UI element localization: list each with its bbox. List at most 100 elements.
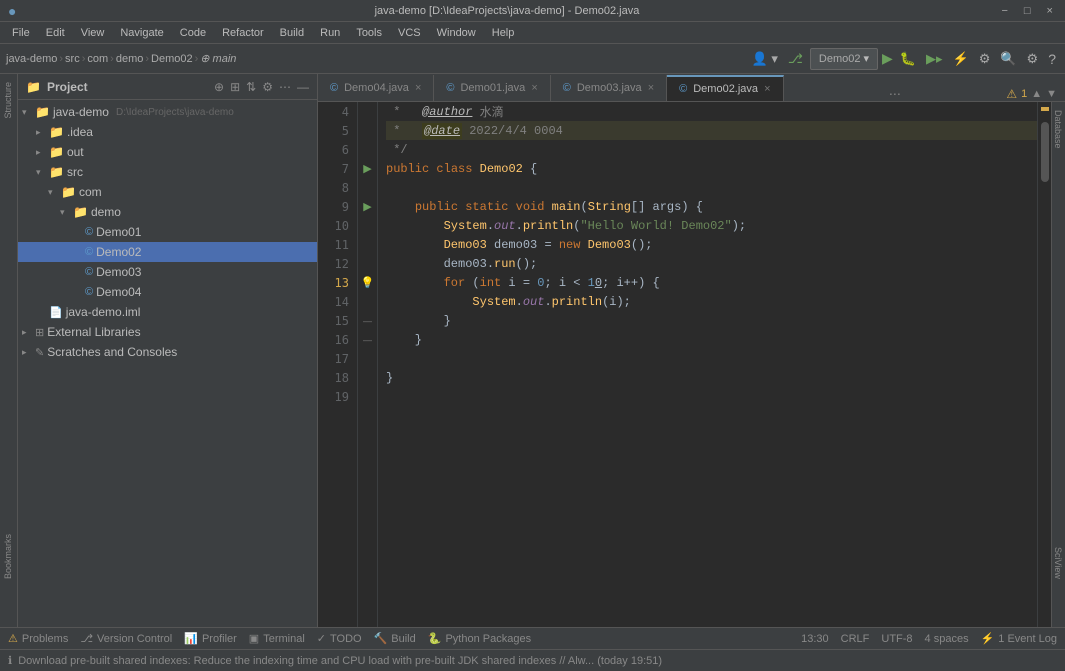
panel-menu-icon[interactable]: ⋯ <box>279 80 291 94</box>
debug-button[interactable]: 🐛 <box>897 51 919 67</box>
bottom-info-text: Download pre-built shared indexes: Reduc… <box>18 655 1057 667</box>
event-log-tab[interactable]: ⚡ 1 Event Log <box>981 632 1057 645</box>
menu-build[interactable]: Build <box>272 25 312 41</box>
breadcrumb-item-project[interactable]: java-demo <box>6 53 57 65</box>
tab-demo02-close[interactable]: × <box>764 83 770 95</box>
tree-item-root[interactable]: ▾ 📁 java-demo D:\IdeaProjects\java-demo <box>18 102 317 122</box>
locate-icon[interactable]: ⊞ <box>230 80 240 94</box>
fold-15[interactable]: — <box>358 311 377 330</box>
todo-tab[interactable]: ✓ TODO <box>317 632 362 645</box>
profiler-tab[interactable]: 📊 Profiler <box>184 632 237 645</box>
tab-demo03-close[interactable]: × <box>648 82 654 94</box>
breadcrumb-item-src[interactable]: src <box>65 53 80 65</box>
menu-window[interactable]: Window <box>429 25 484 41</box>
gear-icon[interactable]: ⚙ <box>262 80 273 94</box>
tree-item-demo03[interactable]: © Demo03 <box>18 262 317 282</box>
menu-bar: File Edit View Navigate Code Refactor Bu… <box>0 22 1065 44</box>
git-icon[interactable]: ⎇ <box>785 51 806 67</box>
add-content-icon[interactable]: ⊕ <box>214 80 224 94</box>
fold-16[interactable]: — <box>358 330 377 349</box>
tree-item-demo[interactable]: ▾ 📁 demo <box>18 202 317 222</box>
menu-vcs[interactable]: VCS <box>390 25 429 41</box>
tree-item-external-libs[interactable]: ▸ ⊞ External Libraries <box>18 322 317 342</box>
tree-item-iml[interactable]: 📄 java-demo.iml <box>18 302 317 322</box>
breadcrumb-item-method[interactable]: ⊕ main <box>200 52 236 65</box>
menu-run[interactable]: Run <box>312 25 348 41</box>
close-button[interactable]: × <box>1043 5 1057 17</box>
vcs-icon: ⎇ <box>80 632 93 645</box>
indent-text: 4 spaces <box>925 633 969 645</box>
position-indicator[interactable]: 13:30 <box>801 632 829 645</box>
indent-indicator[interactable]: 4 spaces <box>925 632 969 645</box>
search-everywhere-button[interactable]: 👤 ▾ <box>749 51 781 67</box>
breadcrumb-item-class[interactable]: Demo02 <box>151 53 193 65</box>
run-gutter-7[interactable]: ▶ <box>358 159 377 178</box>
menu-tools[interactable]: Tools <box>348 25 390 41</box>
code-line-5: * @date 2022/4/4 0004 <box>386 121 1037 140</box>
tab-demo01[interactable]: © Demo01.java × <box>434 75 550 101</box>
help-icon[interactable]: ? <box>1045 51 1059 67</box>
tree-item-idea[interactable]: ▸ 📁 .idea <box>18 122 317 142</box>
terminal-tab[interactable]: ▣ Terminal <box>249 632 305 645</box>
menu-edit[interactable]: Edit <box>38 25 73 41</box>
tab-demo04-close[interactable]: × <box>415 82 421 94</box>
breadcrumb-item-demo[interactable]: demo <box>116 53 144 65</box>
run-config-dropdown[interactable]: Demo02 ▾ <box>810 48 878 70</box>
menu-view[interactable]: View <box>73 25 113 41</box>
minimize-button[interactable]: − <box>997 5 1011 17</box>
coverage-button[interactable]: ▶▸ <box>923 51 946 67</box>
run-gutter-9[interactable]: ▶ <box>358 197 377 216</box>
tabs-more-button[interactable]: ⋯ <box>881 87 909 101</box>
version-control-tab[interactable]: ⎇ Version Control <box>80 632 172 645</box>
tab-demo01-close[interactable]: × <box>531 82 537 94</box>
hint-gutter-13[interactable]: 💡 <box>358 273 377 292</box>
build-icon: 🔨 <box>374 632 388 645</box>
tree-item-demo04[interactable]: © Demo04 <box>18 282 317 302</box>
tree-item-com[interactable]: ▾ 📁 com <box>18 182 317 202</box>
scrollbar-thumb[interactable] <box>1041 122 1049 182</box>
encoding-indicator[interactable]: UTF-8 <box>881 632 912 645</box>
tree-item-scratches[interactable]: ▸ ✎ Scratches and Consoles <box>18 342 317 362</box>
tree-item-demo02[interactable]: © Demo02 <box>18 242 317 262</box>
problems-tab[interactable]: ⚠ Problems <box>8 632 68 645</box>
tree-item-demo01[interactable]: © Demo01 <box>18 222 317 242</box>
tab-demo02-icon: © <box>679 83 687 95</box>
demo04-java-icon: © <box>85 286 93 298</box>
structure-sidebar-btn[interactable]: Structure <box>0 74 17 127</box>
line-ending-indicator[interactable]: CRLF <box>841 632 870 645</box>
menu-file[interactable]: File <box>4 25 38 41</box>
database-sidebar-btn[interactable]: Database <box>1052 102 1065 157</box>
build-tab[interactable]: 🔨 Build <box>374 632 416 645</box>
tab-demo03[interactable]: © Demo03.java × <box>551 75 667 101</box>
problems-icon: ⚠ <box>8 632 18 645</box>
power-save-button[interactable]: ⚙ <box>976 51 994 67</box>
expand-icon[interactable]: ⇅ <box>246 80 256 94</box>
more-run-options[interactable]: ⚡ <box>950 51 972 67</box>
breadcrumb-item-com[interactable]: com <box>87 53 108 65</box>
maximize-button[interactable]: □ <box>1020 5 1035 17</box>
tree-item-out[interactable]: ▸ 📁 out <box>18 142 317 162</box>
code-content[interactable]: * @author 水滴 * @date 2022/4/4 0004 */ pu… <box>378 102 1037 627</box>
toolbar: java-demo › src › com › demo › Demo02 › … <box>0 44 1065 74</box>
editor-scrollbar[interactable] <box>1037 102 1051 627</box>
sciview-sidebar-btn[interactable]: SciView <box>1052 539 1065 587</box>
right-sidebar-labels: Database SciView <box>1051 102 1065 627</box>
menu-refactor[interactable]: Refactor <box>214 25 272 41</box>
code-editor[interactable]: 4 5 6 7 8 9 10 11 12 13 14 15 16 17 18 1… <box>318 102 1065 627</box>
menu-code[interactable]: Code <box>172 25 214 41</box>
search-button[interactable]: 🔍 <box>997 51 1019 67</box>
menu-navigate[interactable]: Navigate <box>112 25 171 41</box>
tree-item-src[interactable]: ▾ 📁 src <box>18 162 317 182</box>
menu-help[interactable]: Help <box>484 25 523 41</box>
warning-indicator: ⚠ 1 ▲ ▼ <box>1006 87 1065 101</box>
bookmarks-sidebar-btn[interactable]: Bookmarks <box>0 526 17 587</box>
python-packages-tab[interactable]: 🐍 Python Packages <box>428 632 531 645</box>
chevron-down-icon[interactable]: ▼ <box>1046 88 1057 100</box>
tab-demo04[interactable]: © Demo04.java × <box>318 75 434 101</box>
settings-button[interactable]: ⚙ <box>1024 51 1042 67</box>
code-line-18: } <box>386 368 1037 387</box>
chevron-up-icon[interactable]: ▲ <box>1031 88 1042 100</box>
minimize-panel-icon[interactable]: — <box>297 80 309 94</box>
run-button[interactable]: ▶ <box>882 50 893 67</box>
tab-demo02[interactable]: © Demo02.java × <box>667 75 783 101</box>
